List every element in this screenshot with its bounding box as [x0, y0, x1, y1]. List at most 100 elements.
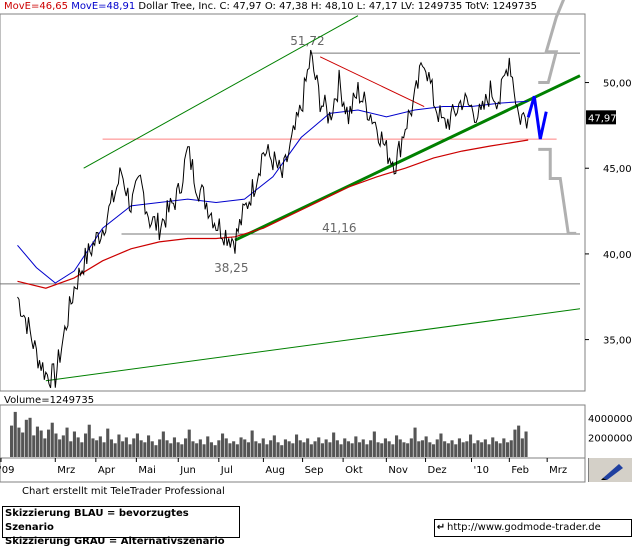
volume-bar [398, 439, 402, 457]
quote-info: Dollar Tree, Inc. C: 47,97 O: 47,38 H: 4… [138, 1, 538, 12]
price-chart: 51,72 41,16 38,25 50,00 45,00 40,00 35,00 47,9… [0, 0, 632, 539]
volume-bar [102, 442, 106, 457]
volume-bar [10, 425, 14, 457]
volume-bar [383, 438, 387, 457]
volume-bar [380, 443, 384, 457]
volume-bar [121, 441, 125, 457]
volume-bar [320, 443, 324, 457]
x-tick-label: '09 [0, 465, 14, 476]
volume-bar [513, 429, 517, 457]
volume-bar [298, 440, 302, 457]
volume-bar [417, 441, 421, 457]
volume-bar [524, 431, 528, 457]
legend-blue: Skizzierung BLAU = bevorzugtes Szenario [5, 508, 189, 533]
volume-bar [350, 443, 354, 457]
volume-bar [287, 441, 291, 457]
volume-bar [332, 432, 336, 457]
volume-bar [106, 428, 110, 457]
x-tick-label: Aug [265, 465, 285, 476]
volume-bar [328, 442, 332, 457]
level-label-38-25: 38,25 [214, 261, 248, 275]
volume-bar [21, 432, 25, 457]
volume-bar [261, 438, 265, 457]
volume-bar [95, 440, 99, 457]
volume-bar [346, 441, 350, 457]
volume-bar [276, 442, 280, 457]
volume-bar [498, 443, 502, 457]
volume-bar [391, 444, 395, 457]
volume-bar [354, 436, 358, 457]
volume-bar [372, 431, 376, 457]
volume-bar [180, 444, 184, 457]
volume-bar [176, 442, 180, 457]
volume-bar [24, 419, 28, 457]
volume-bar [28, 417, 32, 457]
volume-bar [457, 438, 461, 457]
source-url[interactable]: http://www.godmode-trader.de [447, 522, 601, 533]
volume-bar [202, 444, 206, 457]
volume-bar [446, 443, 450, 457]
volume-bar [169, 443, 173, 457]
volume-bar [254, 441, 258, 457]
x-tick-label: Okt [345, 465, 363, 476]
volume-bar [135, 433, 139, 457]
chart-header: MovE=46,65 MovE=48,91 Dollar Tree, Inc. … [4, 1, 537, 12]
volume-bar [432, 444, 436, 457]
volume-bar [406, 443, 410, 457]
ma-short-label: MovE=46,65 [4, 1, 68, 12]
volume-bar [502, 438, 506, 457]
volume-bar [184, 438, 188, 457]
volume-bar [76, 437, 80, 457]
volume-bar [143, 442, 147, 457]
volume-bar [139, 440, 143, 457]
x-tick-label: Sep [305, 465, 324, 476]
volume-bar [365, 444, 369, 457]
price-panel [0, 13, 586, 392]
x-axis-strip [0, 457, 586, 483]
volume-bar [280, 445, 284, 457]
volume-bar [420, 440, 424, 457]
volume-bar [150, 441, 154, 457]
volume-bar [324, 439, 328, 457]
volume-bar [450, 440, 454, 457]
volume-bar [246, 442, 250, 457]
link-arrow-icon: ↵ [436, 522, 446, 533]
volume-bar [209, 442, 213, 457]
volume-bar [487, 444, 491, 457]
volume-bar [195, 443, 199, 457]
volume-bar [265, 444, 269, 457]
source-link[interactable]: ↵ http://www.godmode-trader.de [434, 519, 632, 537]
level-label-41-16: 41,16 [322, 221, 356, 235]
volume-bar [228, 443, 232, 457]
volume-bar [306, 438, 310, 457]
volume-bar [13, 411, 17, 457]
volume-bar [32, 435, 36, 457]
volume-bar [132, 438, 136, 457]
volume-bar [235, 444, 239, 457]
chart-tool-cell[interactable] [588, 458, 632, 482]
volume-bar [517, 425, 521, 457]
volume-bar [317, 437, 321, 457]
volume-bar [80, 442, 84, 457]
volume-bar [35, 426, 39, 457]
volume-bar [72, 431, 76, 457]
scenario-legend: Skizzierung BLAU = bevorzugtes Szenario … [2, 506, 240, 547]
legend-grey: Skizzierung GRAU = Alternativszenario [5, 536, 225, 547]
x-tick-label: Apr [98, 465, 116, 476]
volume-bar [84, 433, 88, 457]
y-tick-label: 50,00 [603, 79, 632, 90]
volume-label: Volume=1249735 [4, 395, 95, 406]
volume-bar [243, 439, 247, 457]
volume-bar [476, 440, 480, 457]
volume-bar [283, 439, 287, 457]
volume-bar [224, 438, 228, 457]
volume-bar [87, 424, 91, 457]
volume-bar [376, 442, 380, 457]
volume-bar [191, 441, 195, 457]
credit-text: Chart erstellt mit TeleTrader Profession… [22, 486, 225, 497]
volume-bar [206, 436, 210, 457]
volume-bar [258, 443, 262, 457]
volume-bar [443, 441, 447, 457]
volume-bar [54, 433, 58, 457]
pen-tool-icon[interactable] [589, 458, 632, 482]
